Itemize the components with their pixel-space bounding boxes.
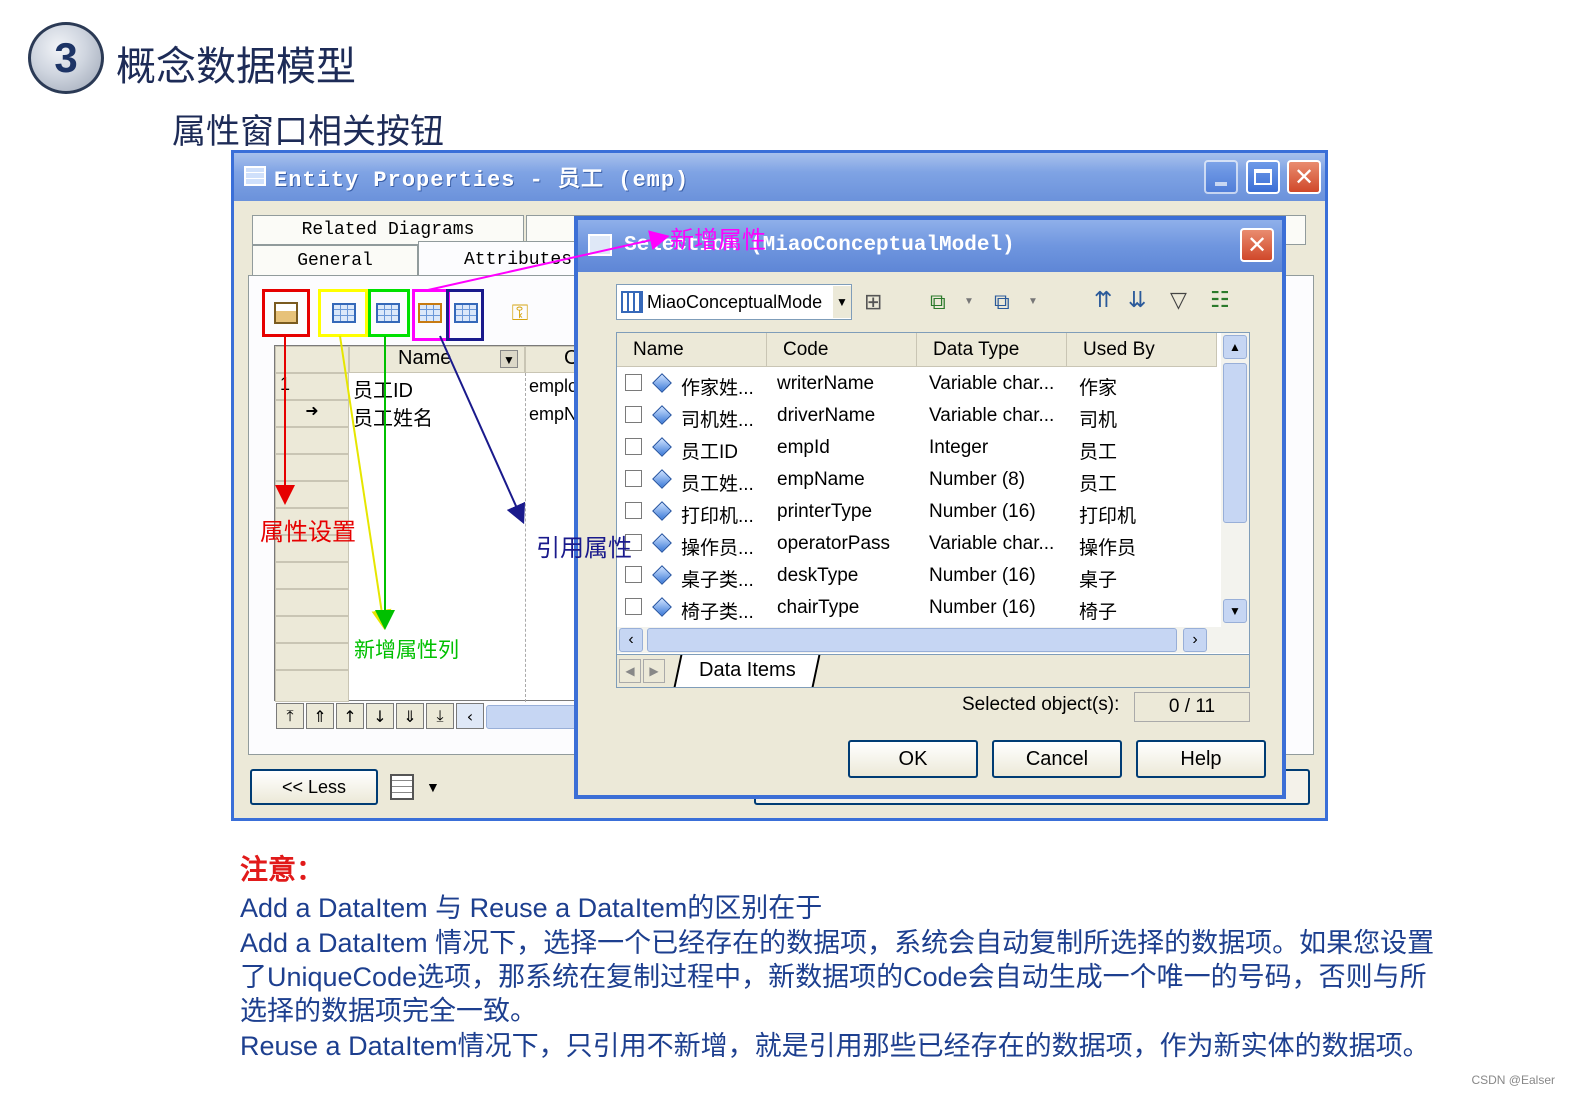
- arrow-add-attribute: [427, 230, 670, 291]
- label-reuse-attribute: 引用属性: [536, 534, 632, 562]
- label-add-attribute: 新增属性: [670, 226, 766, 254]
- arrow-reuse-attribute: [439, 335, 526, 525]
- label-attribute-settings: 属性设置: [260, 518, 356, 546]
- credit: CSDN @Ealser: [1471, 1073, 1555, 1087]
- notes-label: 注意：: [240, 853, 325, 886]
- arrow-insert-column: [339, 335, 392, 630]
- label-add-attribute-column: 新增属性列: [354, 638, 459, 662]
- note-line: Add a DataItem 与 Reuse a DataItem的区别在于: [240, 893, 823, 923]
- note-line: 选择的数据项完全一致。: [240, 996, 537, 1026]
- note-line: Reuse a DataItem情况下，只引用不新增，就是引用那些已经存在的数据…: [240, 1031, 1430, 1061]
